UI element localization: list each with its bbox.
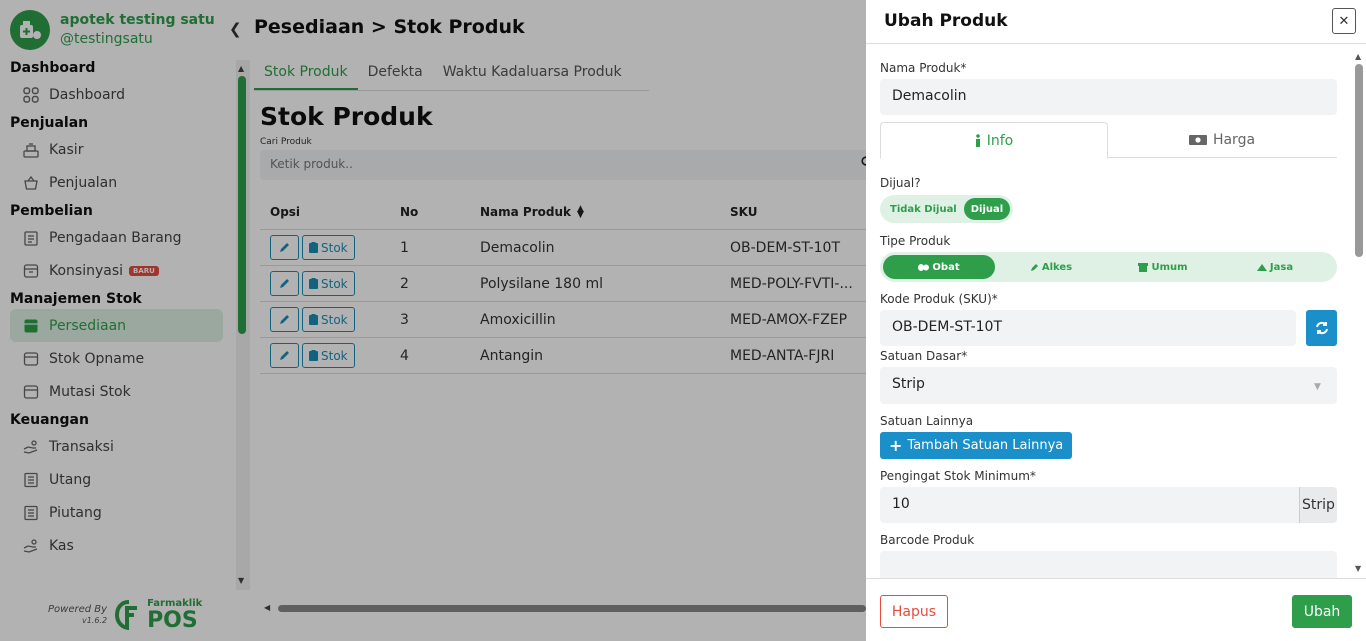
- drawer-footer: Hapus Ubah: [866, 578, 1366, 641]
- delete-button[interactable]: Hapus: [880, 595, 948, 628]
- add-unit-button[interactable]: + Tambah Satuan Lainnya: [880, 432, 1073, 459]
- dijual-toggle[interactable]: Tidak Dijual Dijual: [880, 195, 1014, 223]
- syringe-icon: [1030, 263, 1038, 271]
- scroll-up-icon[interactable]: ▲: [1355, 52, 1361, 61]
- edit-product-drawer: Ubah Produk ✕ Nama Produk* Demacolin Inf…: [866, 0, 1366, 641]
- option-obat-label: Obat: [932, 261, 960, 273]
- drawer-title: Ubah Produk: [884, 11, 1008, 31]
- tab-harga[interactable]: Harga: [1108, 122, 1336, 158]
- add-unit-label: Tambah Satuan Lainnya: [907, 438, 1064, 453]
- tipe-produk-label: Tipe Produk: [880, 234, 951, 248]
- money-icon: [1188, 135, 1207, 145]
- refresh-icon: [1315, 321, 1328, 335]
- kode-produk-input[interactable]: OB-DEM-ST-10T: [880, 310, 1296, 346]
- option-obat[interactable]: Obat: [883, 255, 995, 279]
- scroll-down-icon[interactable]: ▼: [1355, 564, 1361, 573]
- close-icon: ✕: [1338, 13, 1350, 29]
- option-tidak-dijual[interactable]: Tidak Dijual: [883, 198, 964, 220]
- satuan-dasar-select[interactable]: Strip: [880, 367, 1337, 404]
- nama-produk-input[interactable]: Demacolin: [880, 79, 1337, 115]
- pills-icon: [918, 263, 930, 271]
- submit-button[interactable]: Ubah: [1292, 595, 1352, 628]
- option-umum[interactable]: Umum: [1107, 255, 1219, 279]
- satuan-lainnya-label: Satuan Lainnya: [880, 414, 974, 428]
- tab-info[interactable]: Info: [880, 122, 1108, 159]
- stok-minimum-label: Pengingat Stok Minimum*: [880, 469, 1036, 483]
- option-alkes[interactable]: Alkes: [995, 255, 1107, 279]
- option-dijual[interactable]: Dijual: [963, 198, 1011, 220]
- tipe-produk-selector[interactable]: Obat Alkes Umum Jasa: [880, 252, 1337, 282]
- info-icon: [975, 134, 980, 147]
- handshake-icon: [1256, 264, 1267, 271]
- stok-minimum-input[interactable]: 10: [880, 487, 1300, 523]
- stok-minimum-unit: Strip: [1299, 487, 1337, 523]
- barcode-input[interactable]: [880, 551, 1337, 578]
- dijual-label: Dijual?: [880, 176, 921, 190]
- drawer-header: Ubah Produk ✕: [866, 0, 1366, 44]
- option-jasa[interactable]: Jasa: [1219, 255, 1331, 279]
- option-jasa-label: Jasa: [1269, 261, 1294, 273]
- store-icon: [1138, 262, 1149, 272]
- form-tabs: Info Harga: [880, 122, 1337, 159]
- generate-sku-button[interactable]: [1306, 310, 1337, 346]
- option-umum-label: Umum: [1151, 261, 1188, 273]
- kode-produk-label: Kode Produk (SKU)*: [880, 292, 998, 306]
- barcode-label: Barcode Produk: [880, 533, 975, 547]
- drawer-body: Nama Produk* Demacolin Info Harga Dijual…: [866, 45, 1366, 578]
- drawer-scrollbar[interactable]: ▲ ▼: [1352, 52, 1366, 578]
- tab-info-label: Info: [986, 132, 1014, 149]
- option-alkes-label: Alkes: [1041, 261, 1073, 273]
- satuan-dasar-label: Satuan Dasar*: [880, 349, 968, 363]
- nama-produk-label: Nama Produk*: [880, 61, 967, 75]
- plus-icon: +: [889, 436, 903, 455]
- drawer-scrollbar-thumb[interactable]: [1355, 64, 1363, 257]
- close-button[interactable]: ✕: [1332, 8, 1356, 34]
- tab-harga-label: Harga: [1212, 132, 1256, 148]
- chevron-down-icon[interactable]: ▼: [1314, 382, 1321, 392]
